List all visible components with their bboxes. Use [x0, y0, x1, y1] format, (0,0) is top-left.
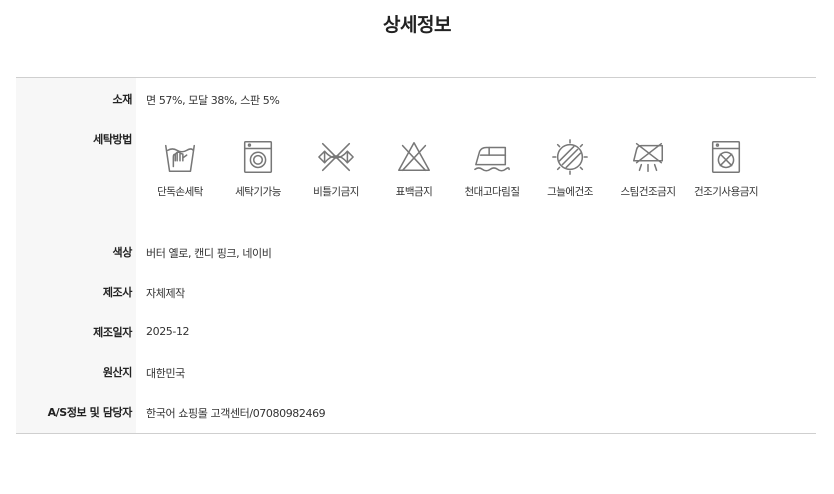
iron-with-cloth-icon — [474, 146, 510, 172]
no-bleach-icon — [398, 141, 430, 172]
origin-label: 원산지 — [102, 366, 133, 379]
no-tumble-dry-icon — [711, 141, 741, 173]
care-label: 건조기사용금지 — [693, 186, 759, 198]
care-label: 비틀기금지 — [313, 186, 359, 198]
origin-value: 대한민국 — [146, 367, 185, 380]
washing-label: 세탁방법 — [93, 133, 132, 146]
care-label: 세탁기가능 — [235, 186, 281, 198]
as-contact-label: A/S정보 및 담당자 — [47, 406, 133, 419]
color-label: 색상 — [112, 246, 133, 259]
washing-machine-icon — [243, 141, 273, 173]
page-title: 상세정보 — [383, 14, 451, 36]
manufacture-date-value: 2025-12 — [146, 325, 190, 338]
care-label: 표백금지 — [395, 186, 433, 198]
no-wring-icon — [318, 142, 354, 172]
care-item-no-bleach: 표백금지 — [374, 138, 454, 199]
care-label: 천대고다림질 — [464, 186, 520, 198]
material-label: 소재 — [112, 93, 133, 106]
care-item-shade-dry: 그늘에건조 — [530, 138, 610, 199]
care-item-washing-machine: 세탁기가능 — [218, 138, 298, 199]
product-info-table: 소재 면 57%, 모달 38%, 스판 5% 세탁방법 단독손세탁 세탁기가능 — [16, 77, 816, 434]
care-label: 단독손세탁 — [157, 186, 203, 198]
care-item-iron-with-cloth: 천대고다림질 — [452, 138, 532, 199]
care-label: 그늘에건조 — [547, 186, 593, 198]
care-item-no-tumble-dry: 건조기사용금지 — [686, 138, 766, 199]
hand-wash-icon — [164, 144, 196, 173]
material-value: 면 57%, 모달 38%, 스판 5% — [146, 94, 280, 107]
care-item-no-wring: 비틀기금지 — [296, 138, 376, 199]
care-label: 스팀건조금지 — [620, 186, 676, 198]
color-value: 버터 옐로, 캔디 핑크, 네이비 — [146, 247, 272, 260]
manufacture-date-label: 제조일자 — [93, 326, 132, 339]
care-item-no-steam-dry: 스팀건조금지 — [608, 138, 688, 199]
care-item-hand-wash: 단독손세탁 — [140, 138, 220, 199]
manufacturer-value: 자체제작 — [146, 287, 185, 300]
no-steam-dry-icon — [632, 142, 664, 173]
manufacturer-label: 제조사 — [102, 286, 133, 299]
as-contact-value: 한국어 쇼핑몰 고객센터/07080982469 — [146, 407, 326, 420]
shade-dry-icon — [552, 139, 588, 175]
